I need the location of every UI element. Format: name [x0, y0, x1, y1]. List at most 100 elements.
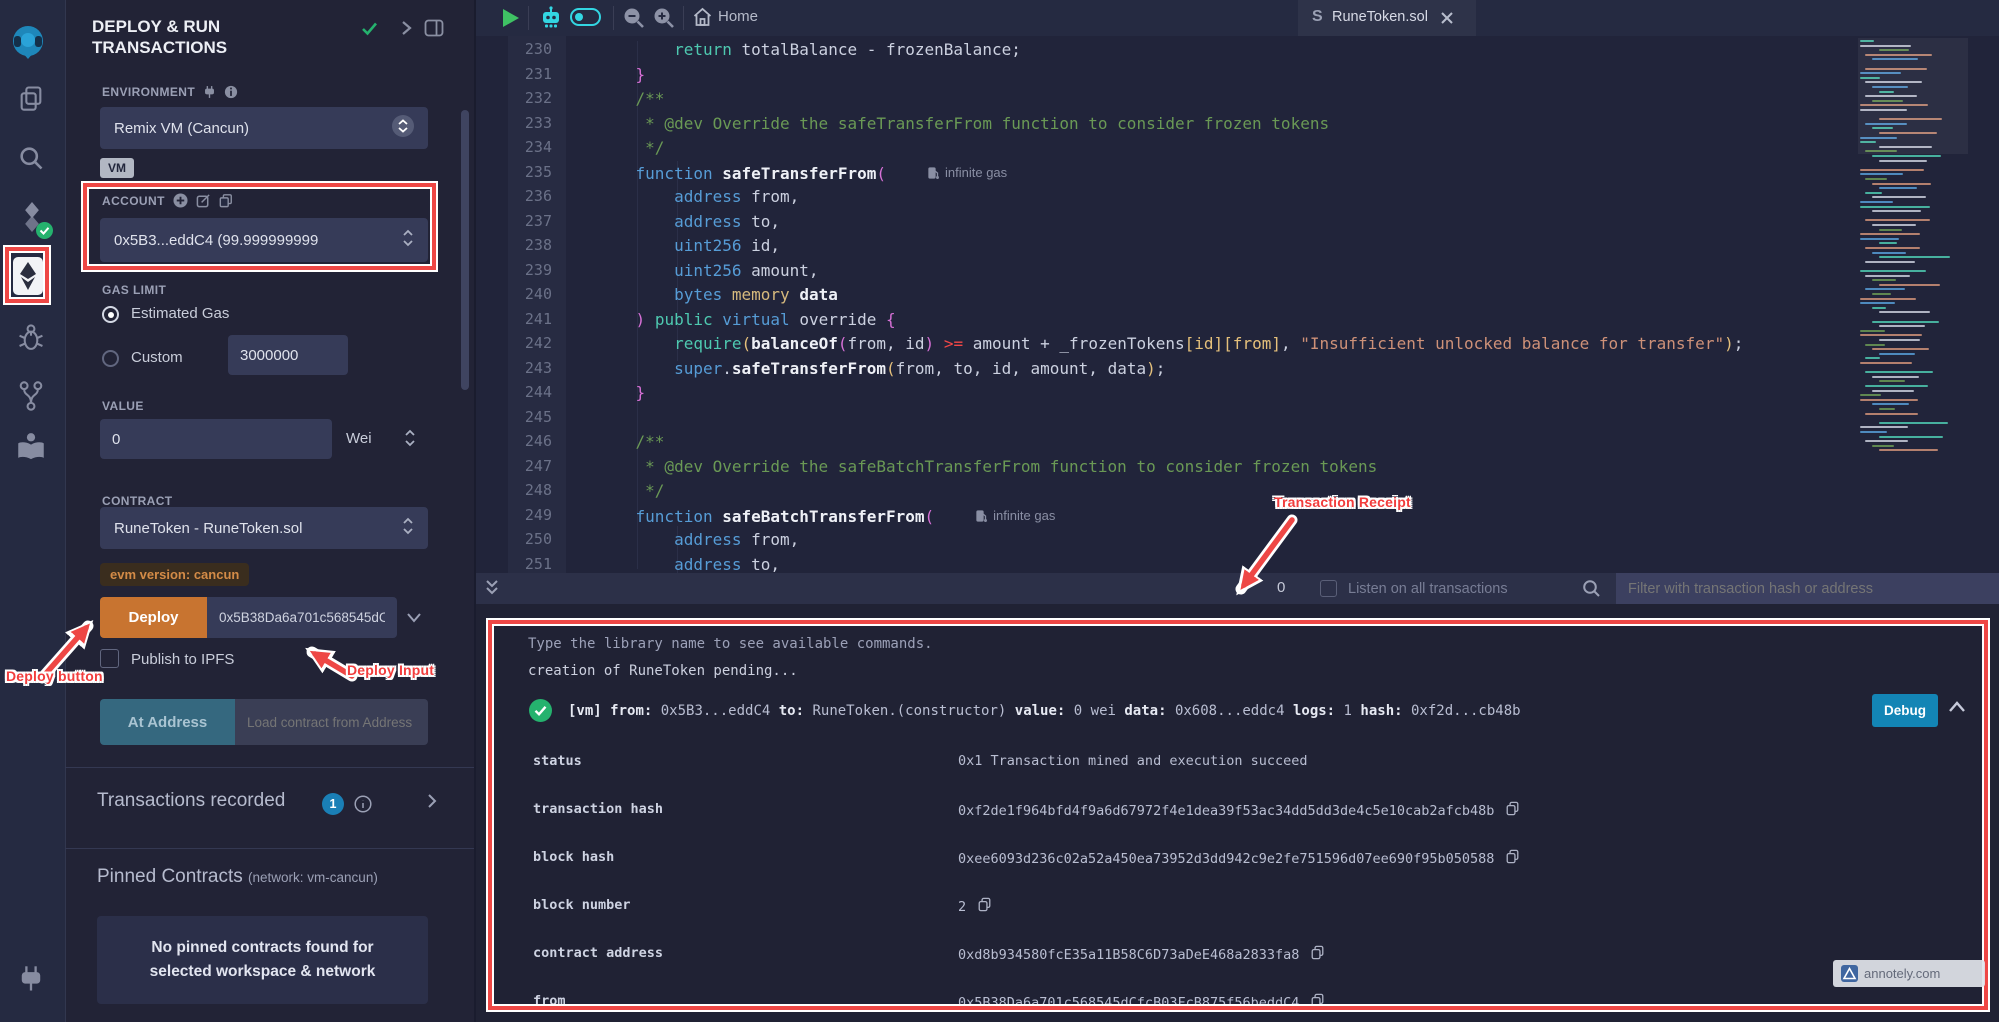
- code-line-245[interactable]: 245: [476, 405, 1856, 430]
- tx-success-icon: [529, 699, 552, 727]
- remix-logo-icon[interactable]: [8, 22, 48, 67]
- code-line-233[interactable]: 233 * @dev Override the safeTransferFrom…: [476, 111, 1856, 136]
- ai-toggle[interactable]: [570, 8, 601, 26]
- account-select[interactable]: 0x5B3...eddC4 (99.999999999: [100, 218, 428, 262]
- annotation-label-deploy-input: Deploy Input: [347, 662, 434, 678]
- zoom-in-icon[interactable]: [652, 6, 675, 34]
- listen-all-checkbox[interactable]: [1320, 580, 1337, 597]
- environment-select[interactable]: Remix VM (Cancun): [100, 107, 428, 149]
- learneth-icon[interactable]: [14, 430, 48, 469]
- code-line-244[interactable]: 244 }: [476, 380, 1856, 405]
- line-number: 243: [476, 356, 552, 381]
- panel-divider: [65, 848, 475, 849]
- deploy-expand-icon[interactable]: [406, 611, 422, 629]
- tab-runetoken-label: RuneToken.sol: [1332, 9, 1428, 25]
- deploy-input[interactable]: [207, 597, 397, 638]
- line-number: 240: [476, 282, 552, 307]
- code-line-239[interactable]: 239 uint256 amount,: [476, 258, 1856, 283]
- edit-account-icon[interactable]: [196, 193, 211, 208]
- code-line-249[interactable]: 249 function safeBatchTransferFrom(infin…: [476, 503, 1856, 528]
- panel-scrollbar[interactable]: [461, 110, 469, 390]
- compile-success-badge: [36, 222, 53, 239]
- panel-check-icon: [360, 19, 379, 43]
- code-line-246[interactable]: 246 /**: [476, 429, 1856, 454]
- terminal[interactable]: Type the library name to see available c…: [476, 604, 1999, 1022]
- code-line-251[interactable]: 251 address to,: [476, 552, 1856, 574]
- tab-close-icon[interactable]: [1440, 11, 1454, 30]
- collapse-terminal-icon[interactable]: [484, 579, 500, 602]
- panel-layout-icon[interactable]: [424, 19, 444, 42]
- code-line-235[interactable]: 235 function safeTransferFrom(infinite g…: [476, 160, 1856, 185]
- code-line-236[interactable]: 236 address from,: [476, 184, 1856, 209]
- file-explorer-icon[interactable]: [17, 84, 45, 117]
- home-icon[interactable]: [692, 7, 713, 32]
- value-unit-label[interactable]: Wei: [346, 430, 372, 447]
- code-line-243[interactable]: 243 super.safeTransferFrom(from, to, id,…: [476, 356, 1856, 381]
- code-line-248[interactable]: 248 */: [476, 478, 1856, 503]
- code-line-230[interactable]: 230 return totalBalance - frozenBalance;: [476, 37, 1856, 62]
- debugger-icon[interactable]: [17, 322, 45, 359]
- estimated-gas-radio[interactable]: [102, 306, 119, 323]
- transactions-recorded-label: Transactions recorded: [97, 790, 285, 812]
- copy-icon[interactable]: [978, 897, 991, 916]
- debug-button[interactable]: Debug: [1872, 694, 1938, 727]
- code-line-238[interactable]: 238 uint256 id,: [476, 233, 1856, 258]
- git-icon[interactable]: [17, 380, 45, 417]
- collapse-receipt-icon[interactable]: [1948, 700, 1966, 718]
- deploy-run-icon[interactable]: [12, 256, 44, 301]
- terminal-pending-line: creation of RuneToken pending...: [528, 663, 798, 679]
- custom-gas-radio[interactable]: [102, 350, 119, 367]
- environment-stepper-icon[interactable]: [392, 115, 414, 141]
- tab-home[interactable]: Home: [718, 8, 758, 25]
- code-line-250[interactable]: 250 address from,: [476, 527, 1856, 552]
- at-address-button[interactable]: At Address: [100, 699, 235, 745]
- code-line-232[interactable]: 232 /**: [476, 86, 1856, 111]
- run-script-icon[interactable]: [503, 9, 519, 27]
- line-number: 247: [476, 454, 552, 479]
- code-line-231[interactable]: 231 }: [476, 62, 1856, 87]
- line-number: 236: [476, 184, 552, 209]
- at-address-input[interactable]: [235, 699, 428, 745]
- infinite-gas-badge: infinite gas: [976, 503, 1055, 528]
- transactions-expand-icon[interactable]: [426, 793, 438, 814]
- copy-icon[interactable]: [1506, 801, 1519, 820]
- copy-account-icon[interactable]: [219, 193, 233, 208]
- code-line-241[interactable]: 241 ) public virtual override {: [476, 307, 1856, 332]
- code-line-242[interactable]: 242 require(balanceOf(from, id) >= amoun…: [476, 331, 1856, 356]
- filter-transactions-input[interactable]: [1616, 573, 1999, 604]
- code-line-247[interactable]: 247 * @dev Override the safeBatchTransfe…: [476, 454, 1856, 479]
- tab-runetoken[interactable]: S RuneToken.sol: [1298, 0, 1476, 36]
- deploy-button[interactable]: Deploy: [100, 597, 207, 638]
- copy-icon[interactable]: [1506, 849, 1519, 868]
- value-input[interactable]: [100, 419, 332, 459]
- minimap-viewport[interactable]: [1858, 38, 1968, 154]
- receipt-row-value: 2: [958, 897, 991, 916]
- zoom-out-icon[interactable]: [622, 6, 645, 34]
- tx-summary-line[interactable]: [vm] from: 0x5B3...eddC4 to: RuneToken.(…: [568, 703, 1521, 719]
- publish-ipfs-checkbox[interactable]: [100, 649, 119, 668]
- solidity-compiler-icon[interactable]: [17, 200, 47, 239]
- value-unit-stepper-icon[interactable]: [404, 429, 416, 452]
- code-line-240[interactable]: 240 bytes memory data: [476, 282, 1856, 307]
- copy-icon[interactable]: [1311, 993, 1324, 1012]
- code-line-237[interactable]: 237 address to,: [476, 209, 1856, 234]
- copy-icon[interactable]: [1311, 945, 1324, 964]
- add-account-icon[interactable]: [173, 193, 188, 208]
- panel-forward-icon[interactable]: [399, 20, 413, 41]
- line-number: 237: [476, 209, 552, 234]
- code-editor[interactable]: 230 return totalBalance - frozenBalance;…: [476, 36, 1999, 573]
- environment-label: ENVIRONMENT: [102, 85, 238, 99]
- transactions-info-icon[interactable]: [354, 795, 372, 818]
- plugin-connect-icon[interactable]: [17, 964, 45, 999]
- search-icon[interactable]: [17, 144, 45, 177]
- code-line-234[interactable]: 234 */: [476, 135, 1856, 160]
- line-number: 234: [476, 135, 552, 160]
- watermark-text: annotely.com: [1864, 966, 1940, 981]
- arrow-deploy-input: [312, 652, 352, 676]
- terminal-intro-line: Type the library name to see available c…: [528, 636, 933, 652]
- custom-gas-input[interactable]: [228, 335, 348, 375]
- value-label: VALUE: [102, 399, 144, 413]
- contract-select[interactable]: RuneToken - RuneToken.sol: [100, 507, 428, 549]
- terminal-search-icon[interactable]: [1582, 579, 1601, 603]
- ai-assistant-icon[interactable]: [538, 5, 564, 36]
